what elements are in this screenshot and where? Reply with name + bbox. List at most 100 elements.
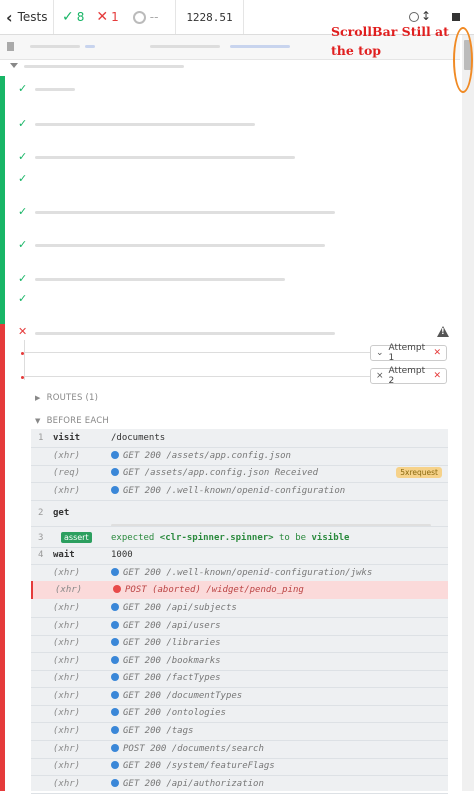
file-icon <box>7 42 14 51</box>
command-row[interactable]: (xhr) GET 200 /.well-known/openid-configu… <box>31 482 448 500</box>
request-status-dot-icon <box>111 778 119 787</box>
command-name: wait <box>53 549 75 560</box>
request-status-dot-icon <box>111 743 119 752</box>
test-row[interactable]: ✓ <box>5 80 460 100</box>
check-icon: ✓ <box>18 82 28 95</box>
command-row[interactable]: (xhr) GET 200 /api/authorization <box>31 775 448 793</box>
command-name: (xhr) <box>53 485 81 496</box>
check-icon: ✓ <box>18 150 28 163</box>
before-each-section[interactable]: ▼ BEFORE EACH <box>35 416 109 426</box>
attempt-1-tag[interactable]: ⌄ Attempt 1 ✕ <box>370 343 447 363</box>
x-icon: ✕ <box>433 371 441 381</box>
command-row[interactable]: (xhr) GET 200 /ontologies <box>31 704 448 722</box>
command-message-text: 1000 <box>111 549 133 560</box>
before-each-label: BEFORE EACH <box>46 416 109 426</box>
command-message: GET 200 /system/featureFlags <box>111 760 275 771</box>
command-row[interactable]: (xhr) GET 200 /assets/app.config.json <box>31 447 448 465</box>
command-row[interactable]: 2 get <box>31 500 448 527</box>
test-row[interactable]: ✓ <box>5 170 460 190</box>
assert-badge: assert <box>61 532 92 544</box>
test-row[interactable]: ✓ <box>5 290 460 310</box>
pending-count: -- <box>149 10 159 24</box>
blurred-text <box>30 45 80 48</box>
stop-button[interactable] <box>452 13 460 21</box>
blurred-text <box>35 88 75 91</box>
test-row[interactable]: ✓ <box>5 270 460 290</box>
command-message: GET 200 /api/users <box>111 620 221 631</box>
command-message-text: /documents <box>111 432 166 443</box>
command-row[interactable]: (xhr) GET 200 /api/subjects <box>31 599 448 617</box>
command-row[interactable]: (xhr) GET 200 /libraries <box>31 634 448 652</box>
request-status-dot-icon <box>111 690 119 699</box>
passed-count: 8 <box>76 10 85 24</box>
command-message: POST (aborted) /widget/pendo_ping <box>113 584 304 595</box>
assert-text-part: to be <box>279 532 312 543</box>
command-name: (xhr) <box>53 743 81 754</box>
failed-indicator-bar <box>0 324 5 791</box>
scrollbar-track[interactable] <box>462 35 474 791</box>
command-row[interactable]: 3 assert expected <clr-spinner.spinner> to… <box>31 529 448 547</box>
command-row[interactable]: (xhr) GET 200 /.well-known/openid-configu… <box>31 564 448 582</box>
chevron-down-icon: ⌄ <box>376 348 384 358</box>
scroll-arrows-icon[interactable]: ↕ <box>421 9 431 23</box>
command-message: GET 200 /libraries <box>111 637 221 648</box>
command-message: GET 200 /.well-known/openid-configuratio… <box>111 567 372 578</box>
failed-count: 1 <box>111 10 119 24</box>
auto-scroll-toggle-icon[interactable] <box>409 12 419 22</box>
tests-back-button[interactable]: ‹ Tests <box>0 0 54 34</box>
test-row[interactable]: ✓ <box>5 236 460 256</box>
command-row[interactable]: (xhr) GET 200 /factTypes <box>31 669 448 687</box>
request-status-dot-icon <box>111 602 119 611</box>
command-name: get <box>53 508 70 518</box>
command-row[interactable]: (xhr) GET 200 /api/users <box>31 617 448 635</box>
row-divider <box>31 792 448 794</box>
test-stats: ✓ 8 ✕ 1 -- <box>54 0 176 34</box>
failed-test-row[interactable]: ✕ <box>5 324 460 344</box>
request-status-dot-icon <box>111 620 119 629</box>
attempt-2-tag[interactable]: ⨯ Attempt 2 ✕ <box>370 366 447 386</box>
command-name: (req) <box>53 467 81 478</box>
collapse-icon: ⨯ <box>376 371 384 381</box>
command-row[interactable]: (req) GET /assets/app.config.json Receive… <box>31 464 448 482</box>
test-row[interactable]: ✓ <box>5 203 460 223</box>
command-row[interactable]: (xhr) POST 200 /documents/search <box>31 740 448 758</box>
blurred-text <box>35 278 285 281</box>
request-status-dot-icon <box>111 760 119 769</box>
test-row[interactable]: ✓ <box>5 148 460 168</box>
caret-down-icon <box>10 63 18 68</box>
command-message: POST 200 /documents/search <box>111 743 264 754</box>
command-row[interactable]: (xhr) GET 200 /tags <box>31 722 448 740</box>
command-row[interactable]: (xhr) GET 200 /documentTypes <box>31 687 448 705</box>
command-message: GET 200 /factTypes <box>111 672 221 683</box>
check-icon: ✓ <box>18 292 28 305</box>
check-icon: ✓ <box>18 205 28 218</box>
command-message: GET 200 /documentTypes <box>111 690 242 701</box>
suite-header[interactable] <box>0 60 460 74</box>
attempt-marker <box>21 352 24 355</box>
check-icon: ✓ <box>62 9 74 25</box>
request-count-badge: 5xrequest <box>396 467 442 479</box>
routes-section[interactable]: ▶ ROUTES (1) <box>35 393 98 403</box>
command-message: GET 200 /api/subjects <box>111 602 237 613</box>
request-status-dot-icon <box>113 584 121 593</box>
tests-back-label: Tests <box>17 10 48 24</box>
command-name: (xhr) <box>53 655 81 666</box>
row-divider <box>31 526 448 527</box>
pending-circle-icon <box>132 10 146 24</box>
command-row[interactable]: (xhr) GET 200 /bookmarks <box>31 652 448 670</box>
command-name: (xhr) <box>53 620 81 631</box>
command-message: GET 200 /.well-known/openid-configuratio… <box>111 485 345 496</box>
blurred-text <box>35 332 335 335</box>
command-message-text: GET 200 /libraries <box>123 637 221 648</box>
command-row[interactable]: 1 visit/documents <box>31 429 448 447</box>
blurred-text <box>85 45 95 48</box>
command-number: 4 <box>38 549 44 560</box>
request-status-dot-icon <box>111 450 119 459</box>
command-row[interactable]: 4 wait 1000 <box>31 546 448 564</box>
test-row[interactable]: ✓ <box>5 115 460 135</box>
request-status-dot-icon <box>111 655 119 664</box>
command-name: visit <box>53 432 81 443</box>
command-message-text: GET 200 /system/featureFlags <box>123 760 275 771</box>
command-row[interactable]: (xhr) POST (aborted) /widget/pendo_ping <box>31 581 448 599</box>
command-row[interactable]: (xhr) GET 200 /system/featureFlags <box>31 757 448 775</box>
